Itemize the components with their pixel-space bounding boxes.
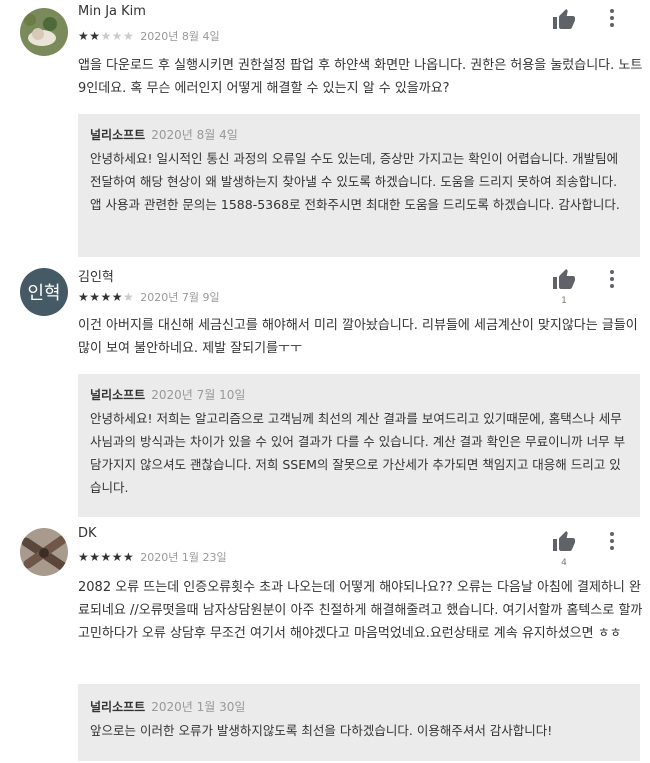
- reply-header: 널리소프트 2020년 8월 4일: [90, 126, 238, 143]
- avatar: 인혁: [20, 268, 68, 316]
- thumb-up-icon[interactable]: [552, 8, 576, 32]
- review-card: DK ★★★★★ 2020년 1월 23일 4 2082 오류 뜨는데 인증오류…: [0, 520, 650, 763]
- reply-date: 2020년 8월 4일: [151, 128, 238, 142]
- star-rating: ★★★★★: [78, 29, 135, 43]
- avatar: [20, 8, 68, 56]
- reply-text: 안녕하세요! 저희는 알고리즘으로 고객님께 최선의 계산 결과를 보여드리고 …: [90, 411, 626, 495]
- avatar-photo-image: [20, 528, 68, 576]
- developer-reply: 널리소프트 2020년 1월 30일 앞으로는 이러한 오류가 발생하지않도록 최…: [78, 684, 640, 761]
- review-date: 2020년 8월 4일: [140, 30, 220, 43]
- helpful-count: 4: [561, 558, 567, 568]
- reply-header: 널리소프트 2020년 7월 10일: [90, 386, 245, 403]
- review-author: Min Ja Kim: [78, 4, 146, 19]
- developer-reply: 널리소프트 2020년 7월 10일 안녕하세요! 저희는 알고리즘으로 고객님께…: [78, 374, 640, 517]
- review-text: 이건 아버지를 대신해 세금신고를 해야해서 미리 깔아놨습니다. 리뷰들에 세…: [78, 318, 638, 356]
- more-vert-icon[interactable]: [606, 269, 618, 289]
- reply-text: 안녕하세요! 일시적인 통신 과정의 오류일 수도 있는데, 증상만 가지고는 …: [90, 151, 620, 212]
- reply-header: 널리소프트 2020년 1월 30일: [90, 698, 245, 715]
- review-date: 2020년 1월 23일: [140, 551, 227, 564]
- review-meta: ★★★★★ 2020년 8월 4일: [78, 28, 220, 44]
- avatar-photo-image: [20, 8, 68, 56]
- review-text: 앱을 다운로드 후 실행시키면 권한설정 팝업 후 하얀색 화면만 나옵니다. …: [78, 58, 643, 96]
- star-rating: ★★★★★: [78, 290, 135, 304]
- reply-author: 널리소프트: [90, 128, 146, 142]
- helpful-count: 1: [561, 296, 567, 306]
- reply-date: 2020년 7월 10일: [151, 388, 246, 402]
- thumb-up-icon[interactable]: [552, 268, 576, 292]
- review-text: 2082 오류 뜨는데 인증오류횟수 초과 나오는데 어떻게 해야되나요?? 오…: [78, 580, 643, 641]
- review-date: 2020년 7월 9일: [140, 291, 220, 304]
- avatar-initials: 인혁: [27, 283, 61, 304]
- reply-author: 널리소프트: [90, 700, 146, 714]
- avatar: [20, 528, 68, 576]
- reply-date: 2020년 1월 30일: [151, 700, 246, 714]
- more-vert-icon[interactable]: [606, 8, 618, 28]
- reply-author: 널리소프트: [90, 388, 146, 402]
- review-author: DK: [78, 526, 97, 541]
- thumb-up-icon[interactable]: [552, 530, 576, 554]
- developer-reply: 널리소프트 2020년 8월 4일 안녕하세요! 일시적인 통신 과정의 오류일 …: [78, 114, 640, 257]
- reply-text: 앞으로는 이러한 오류가 발생하지않도록 최선을 다하겠습니다. 이용해주셔서 …: [90, 723, 553, 738]
- more-vert-icon[interactable]: [606, 531, 618, 551]
- review-card: Min Ja Kim ★★★★★ 2020년 8월 4일 앱을 다운로드 후 실…: [0, 0, 650, 260]
- star-rating: ★★★★★: [78, 550, 135, 564]
- review-meta: ★★★★★ 2020년 1월 23일: [78, 549, 227, 565]
- review-meta: ★★★★★ 2020년 7월 9일: [78, 289, 220, 305]
- review-author: 김인혁: [78, 270, 114, 285]
- review-card: 인혁 김인혁 ★★★★★ 2020년 7월 9일 1 이건 아버지를 대신해 세…: [0, 260, 650, 518]
